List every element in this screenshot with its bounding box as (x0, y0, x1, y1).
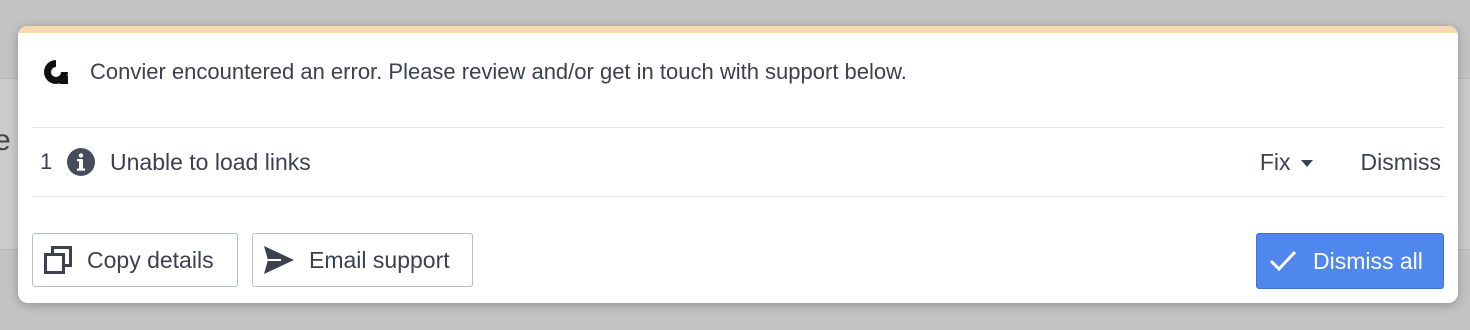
copy-icon (44, 246, 72, 274)
dialog-footer: Copy details Email support Dismiss all (32, 233, 1444, 289)
email-support-button[interactable]: Email support (252, 233, 473, 287)
divider (32, 127, 1444, 128)
caret-down-icon (1300, 160, 1313, 167)
dismiss-all-label: Dismiss all (1313, 247, 1423, 274)
warning-accent-bar (18, 26, 1458, 33)
fix-dropdown[interactable]: Fix (1260, 149, 1313, 176)
error-text: Unable to load links (110, 148, 311, 175)
error-actions: Fix Dismiss (1260, 149, 1441, 176)
convier-logo-icon (44, 60, 68, 84)
check-icon (1269, 250, 1297, 272)
error-count: 1 (40, 149, 53, 174)
email-support-label: Email support (309, 246, 450, 273)
dismiss-link[interactable]: Dismiss (1361, 149, 1442, 176)
divider (32, 196, 1444, 197)
background-text: e (0, 124, 11, 157)
error-row: 1 Unable to load links Fix Dismiss (40, 144, 1444, 180)
info-icon (67, 148, 95, 176)
copy-details-label: Copy details (87, 246, 214, 273)
error-message: Convier encountered an error. Please rev… (90, 59, 907, 84)
error-dialog: Convier encountered an error. Please rev… (18, 26, 1458, 303)
fix-label: Fix (1259, 148, 1291, 175)
send-icon (264, 246, 294, 274)
dialog-header: Convier encountered an error. Please rev… (40, 56, 907, 88)
copy-details-button[interactable]: Copy details (32, 233, 238, 287)
dismiss-all-button[interactable]: Dismiss all (1256, 233, 1444, 289)
